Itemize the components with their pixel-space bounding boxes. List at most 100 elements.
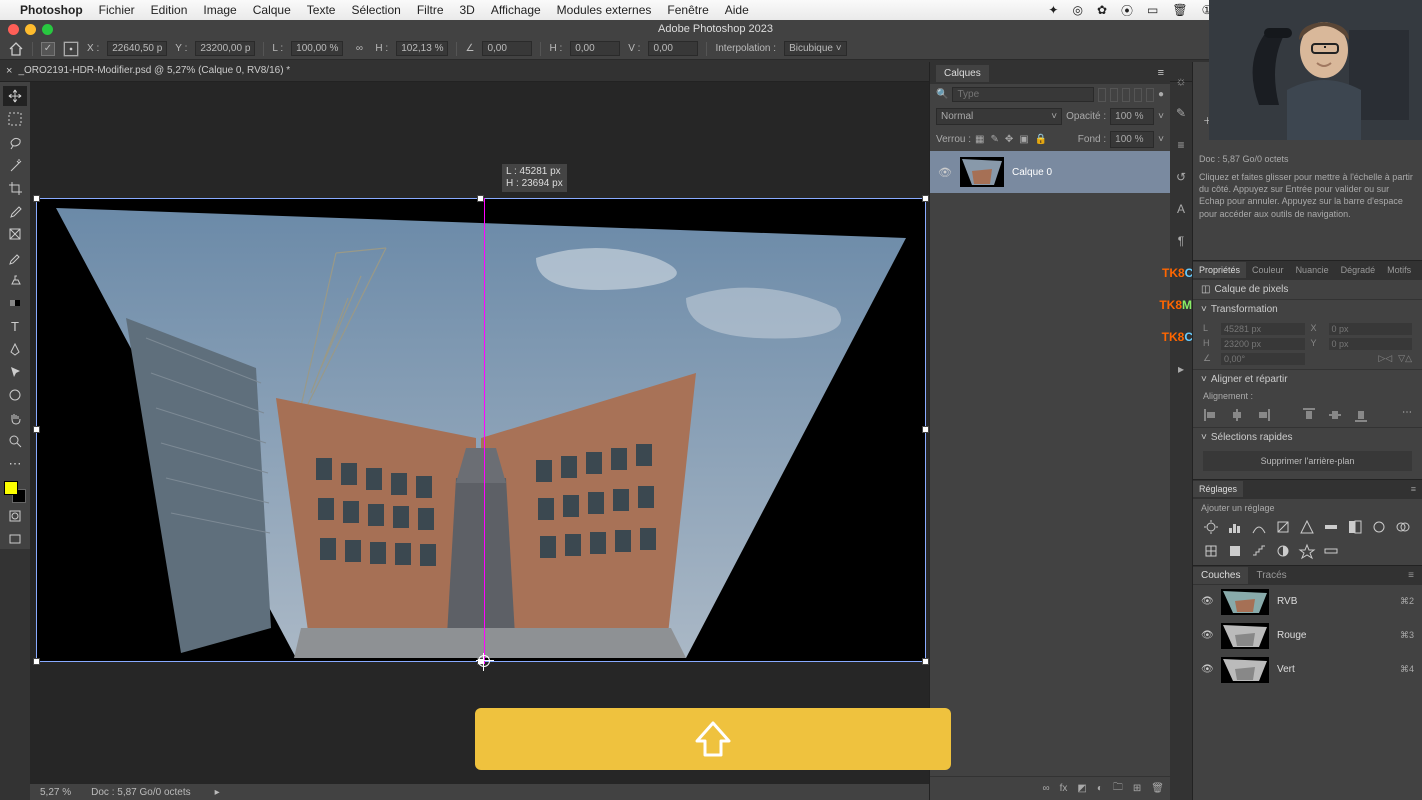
status-icon-display[interactable]: ▭	[1147, 3, 1158, 17]
type-tool[interactable]: T	[3, 316, 27, 336]
tab-patterns[interactable]: Motifs	[1381, 262, 1417, 278]
clone-stamp-tool[interactable]	[3, 270, 27, 290]
align-hcenter-icon[interactable]	[1229, 407, 1245, 423]
link-icon[interactable]: ∞	[351, 41, 367, 57]
hand-tool[interactable]	[3, 408, 27, 428]
pen-tool[interactable]	[3, 339, 27, 359]
adj-levels-icon[interactable]	[1227, 519, 1243, 535]
menu-3d[interactable]: 3D	[460, 3, 475, 17]
menu-modules[interactable]: Modules externes	[557, 3, 652, 17]
tab-properties[interactable]: Propriétés	[1193, 262, 1246, 278]
status-arrow-icon[interactable]: ▸	[215, 787, 220, 798]
menu-fichier[interactable]: Fichier	[99, 3, 135, 17]
edit-toolbar[interactable]: ⋯	[3, 454, 27, 474]
menu-filtre[interactable]: Filtre	[417, 3, 444, 17]
adj-curves-icon[interactable]	[1251, 519, 1267, 535]
align-left-icon[interactable]	[1203, 407, 1219, 423]
new-layer-icon[interactable]: ⊞	[1133, 783, 1141, 794]
crop-tool[interactable]	[3, 178, 27, 198]
lock-pixels-icon[interactable]: ✎	[990, 134, 998, 145]
status-icon-record[interactable]: ⦿	[1121, 2, 1133, 19]
fill-dropdown-icon[interactable]: ˅	[1158, 134, 1164, 145]
new-adjustment-icon[interactable]: ◐	[1097, 783, 1103, 794]
channel-green[interactable]: 👁 Vert ⌘4	[1193, 653, 1422, 687]
tab-swatches[interactable]: Nuancie	[1290, 262, 1335, 278]
delete-layer-icon[interactable]: 🗑	[1151, 783, 1164, 794]
close-tab-icon[interactable]: ×	[6, 65, 12, 77]
layer-item[interactable]: 👁 Calque 0	[930, 151, 1170, 193]
flip-v-icon[interactable]: ▽△	[1398, 353, 1412, 365]
adj-photo-filter-icon[interactable]	[1371, 519, 1387, 535]
brush-tool[interactable]	[3, 247, 27, 267]
prop-width-field[interactable]: 45281 px	[1221, 323, 1305, 335]
y-field[interactable]: 23200,00 p	[195, 41, 255, 56]
layer-filter-input[interactable]	[952, 87, 1094, 102]
filter-shape-icon[interactable]	[1134, 88, 1142, 102]
align-vcenter-icon[interactable]	[1327, 407, 1343, 423]
filter-adjust-icon[interactable]	[1110, 88, 1118, 102]
filter-type-icon[interactable]	[1122, 88, 1130, 102]
layers-panel-tab[interactable]: Calques	[936, 65, 989, 82]
plugin-tk8-mm-icon[interactable]: TK8Mm	[1172, 296, 1190, 314]
quick-section-toggle[interactable]: ˅ Sélections rapides	[1193, 427, 1422, 447]
adj-hue-icon[interactable]	[1323, 519, 1339, 535]
menu-selection[interactable]: Sélection	[351, 3, 400, 17]
lock-all-icon[interactable]: 🔒	[1035, 134, 1047, 145]
layer-fx-icon[interactable]: fx	[1060, 783, 1068, 794]
foreground-color-swatch[interactable]	[4, 481, 18, 495]
path-select-tool[interactable]	[3, 362, 27, 382]
marquee-tool[interactable]	[3, 109, 27, 129]
adj-brightness-icon[interactable]	[1203, 519, 1219, 535]
menu-image[interactable]: Image	[203, 3, 236, 17]
plugin-tk8-co-icon[interactable]: TK8Co	[1172, 328, 1190, 346]
interp-dropdown[interactable]: Bicubique ˅	[784, 41, 847, 56]
align-top-icon[interactable]	[1301, 407, 1317, 423]
tab-channels[interactable]: Couches	[1193, 567, 1248, 584]
home-icon[interactable]	[8, 41, 24, 57]
channel-visibility-icon[interactable]: 👁	[1201, 664, 1213, 675]
prop-height-field[interactable]: 23200 px	[1221, 338, 1305, 350]
reference-point-locator[interactable]	[63, 41, 79, 57]
move-tool[interactable]	[3, 86, 27, 106]
skew-v-field[interactable]: 0,00	[648, 41, 698, 56]
canvas-area[interactable]: L : 45281 px H : 23694 px	[30, 82, 929, 784]
brushes-icon[interactable]: ✎	[1172, 104, 1190, 122]
transform-section-toggle[interactable]: ˅ Transformation	[1193, 299, 1422, 319]
menu-texte[interactable]: Texte	[307, 3, 336, 17]
gradient-tool[interactable]	[3, 293, 27, 313]
adj-threshold-icon[interactable]	[1275, 543, 1291, 559]
vertical-guide[interactable]	[484, 198, 485, 664]
doc-info[interactable]: Doc : 5,87 Go/0 octets	[91, 787, 191, 798]
align-bottom-icon[interactable]	[1353, 407, 1369, 423]
prop-x-field[interactable]: 0 px	[1329, 323, 1413, 335]
tab-gradient[interactable]: Dégradé	[1335, 262, 1382, 278]
zoom-tool[interactable]	[3, 431, 27, 451]
status-icon-2[interactable]: ◎	[1072, 3, 1082, 17]
adjustments-strip-icon[interactable]: ≡	[1172, 136, 1190, 154]
x-field[interactable]: 22640,50 p	[107, 41, 167, 56]
zoom-display[interactable]: 5,27 %	[40, 787, 71, 798]
frame-tool[interactable]	[3, 224, 27, 244]
adj-selective-icon[interactable]	[1299, 543, 1315, 559]
layer-name[interactable]: Calque 0	[1012, 167, 1052, 178]
h-field[interactable]: 102,13 %	[396, 41, 448, 56]
wand-tool[interactable]	[3, 155, 27, 175]
adj-bw-icon[interactable]	[1347, 519, 1363, 535]
channel-visibility-icon[interactable]: 👁	[1201, 630, 1213, 641]
opacity-dropdown-icon[interactable]: ˅	[1158, 111, 1164, 122]
brightness-icon[interactable]: ☼	[1172, 72, 1190, 90]
filter-toggle-icon[interactable]: ●	[1158, 89, 1164, 100]
align-section-toggle[interactable]: ˅ Aligner et répartir	[1193, 369, 1422, 389]
align-right-icon[interactable]	[1255, 407, 1271, 423]
status-icon-trash[interactable]: 🗑	[1172, 3, 1187, 17]
status-icon-1[interactable]: ✦	[1048, 3, 1058, 17]
status-icon-3[interactable]: ✿	[1097, 3, 1107, 17]
layer-mask-icon[interactable]: ◩	[1077, 783, 1086, 794]
panel-menu-icon-2[interactable]: ≡	[1417, 262, 1422, 278]
lock-transparency-icon[interactable]: ▦	[975, 134, 984, 145]
shape-tool[interactable]	[3, 385, 27, 405]
menu-aide[interactable]: Aide	[725, 3, 749, 17]
flip-h-icon[interactable]: ▷◁	[1378, 353, 1392, 365]
eyedropper-tool[interactable]	[3, 201, 27, 221]
blend-mode-dropdown[interactable]: Normal˅	[936, 108, 1062, 125]
